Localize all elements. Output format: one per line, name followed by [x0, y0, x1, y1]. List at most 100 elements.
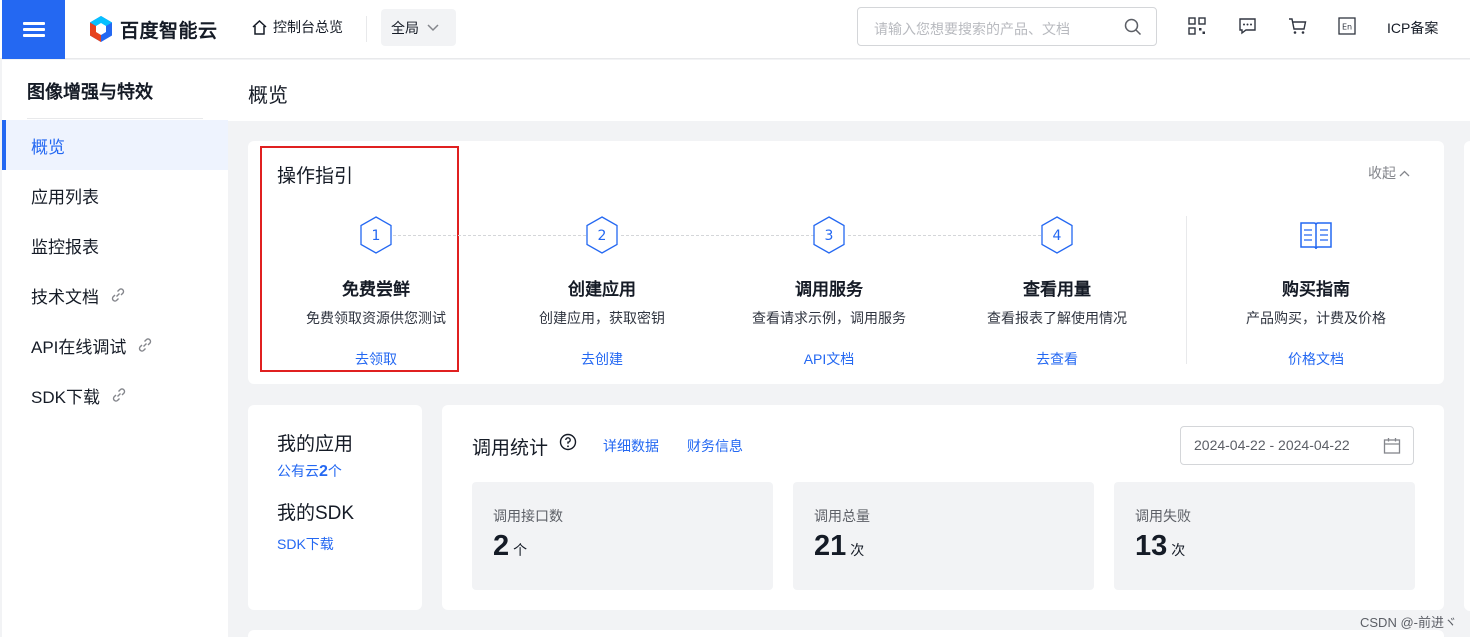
detail-data-link[interactable]: 详细数据	[603, 436, 659, 456]
next-card	[248, 630, 1444, 637]
logo-text: 百度智能云	[120, 20, 218, 42]
metric-unit: 个	[513, 542, 528, 558]
sidebar-item-api-debug[interactable]: API在线调试	[2, 320, 228, 370]
metric-unit: 次	[850, 542, 865, 558]
public-cloud-link[interactable]: 公有云2个	[277, 461, 342, 481]
purchase-guide: 购买指南 产品购买，计费及价格 价格文档	[1202, 215, 1430, 369]
top-bar: 百度智能云 控制台总览 全局 请输入您想要搜索的产品、文档 En ICP备案	[0, 0, 1470, 59]
step-desc: 产品购买，计费及价格	[1246, 310, 1386, 326]
operation-guide-card: 操作指引 收起 1 免费尝鲜 免费领取资源供您测试 去领取 2 创建应用 创建应…	[248, 141, 1444, 384]
cart-icon[interactable]	[1288, 17, 1307, 35]
watermark: CSDN @-前进ヾ	[1360, 615, 1457, 630]
logo[interactable]: 百度智能云	[88, 14, 218, 44]
metric-unit: 次	[1171, 542, 1186, 558]
menu-button[interactable]	[2, 0, 65, 59]
sidebar-item-overview[interactable]: 概览	[2, 120, 228, 170]
step-desc: 免费领取资源供您测试	[306, 310, 446, 326]
step-number-icon: 1	[360, 216, 392, 254]
api-doc-link[interactable]: API文档	[715, 349, 943, 369]
metric-value-wrap: 13 次	[1135, 530, 1185, 563]
metric-value-wrap: 21 次	[814, 530, 864, 563]
stats-title: 调用统计	[472, 438, 549, 459]
baidu-cloud-logo-icon	[90, 16, 112, 42]
qrcode-icon[interactable]	[1188, 17, 1206, 35]
page-header: 概览	[228, 60, 1470, 121]
help-icon[interactable]	[559, 433, 577, 451]
hamburger-icon	[22, 19, 45, 40]
chevron-up-icon	[1399, 170, 1410, 176]
finance-info-link[interactable]: 财务信息	[687, 436, 743, 456]
step-number-icon: 4	[1041, 216, 1073, 254]
step-name: 创建应用	[568, 280, 636, 299]
step-name: 调用服务	[795, 280, 863, 299]
metric-failed-calls: 调用失败 13 次	[1114, 482, 1415, 590]
step-name: 购买指南	[1282, 280, 1350, 299]
region-select[interactable]: 全局	[381, 9, 456, 46]
external-link-icon	[111, 288, 125, 302]
calendar-icon	[1383, 438, 1401, 454]
divider	[366, 16, 367, 42]
external-link-icon	[139, 338, 152, 352]
date-range-picker[interactable]: 2024-04-22 - 2024-04-22	[1180, 426, 1414, 465]
divider	[1186, 216, 1187, 364]
step-call-service: 3 调用服务 查看请求示例，调用服务 API文档	[715, 215, 943, 369]
public-cloud-unit: 个	[327, 463, 342, 479]
public-cloud-count: 2	[319, 463, 328, 480]
metric-value: 13	[1135, 530, 1168, 562]
language-icon[interactable]: En	[1338, 17, 1356, 35]
divider	[27, 118, 203, 119]
home-icon	[252, 19, 267, 35]
region-label: 全局	[391, 19, 419, 36]
sidebar-item-label: SDK下载	[31, 387, 100, 407]
chevron-down-icon	[427, 23, 439, 31]
step-desc: 查看请求示例，调用服务	[752, 310, 906, 326]
message-icon[interactable]	[1238, 17, 1257, 35]
metric-value: 21	[814, 530, 847, 562]
sidebar-item-label: 概览	[31, 137, 65, 157]
price-doc-link[interactable]: 价格文档	[1202, 349, 1430, 369]
metric-interface-count: 调用接口数 2个	[472, 482, 773, 590]
step-number-icon: 3	[813, 216, 845, 254]
console-overview-link[interactable]: 控制台总览	[251, 17, 343, 37]
view-link[interactable]: 去查看	[943, 349, 1171, 369]
step-create-app: 2 创建应用 创建应用，获取密钥 去创建	[488, 215, 716, 369]
date-range-value: 2024-04-22 - 2024-04-22	[1194, 437, 1350, 453]
step-free-trial: 1 免费尝鲜 免费领取资源供您测试 去领取	[262, 215, 490, 369]
public-cloud-label: 公有云	[277, 463, 319, 479]
sidebar-item-label: 监控报表	[31, 237, 99, 257]
metric-label: 调用总量	[814, 508, 870, 524]
step-desc: 查看报表了解使用情况	[987, 310, 1127, 326]
step-name: 查看用量	[1023, 280, 1091, 299]
sidebar-item-app-list[interactable]: 应用列表	[2, 170, 228, 220]
call-stats-card: 调用统计 详细数据 财务信息 2024-04-22 - 2024-04-22 调…	[442, 405, 1444, 610]
search-icon[interactable]	[1124, 18, 1142, 36]
metric-total-calls: 调用总量 21 次	[793, 482, 1094, 590]
step-number-icon: 2	[586, 216, 618, 254]
sidebar-item-label: API在线调试	[31, 337, 127, 357]
sidebar-item-monitor-report[interactable]: 监控报表	[2, 220, 228, 270]
sdk-download-link[interactable]: SDK下载	[277, 534, 334, 554]
step-number: 3	[825, 228, 834, 244]
step-desc: 创建应用，获取密钥	[539, 310, 665, 326]
search-input[interactable]: 请输入您想要搜索的产品、文档	[857, 7, 1157, 46]
sidebar-item-sdk-download[interactable]: SDK下载	[2, 370, 228, 420]
page-title: 概览	[248, 85, 288, 107]
sidebar-item-tech-docs[interactable]: 技术文档	[2, 270, 228, 320]
claim-link[interactable]: 去领取	[262, 349, 490, 369]
collapse-button[interactable]: 收起	[1368, 163, 1410, 183]
metric-label: 调用失败	[1135, 508, 1191, 524]
external-link-icon	[112, 388, 126, 402]
sidebar: 图像增强与特效 概览 应用列表 监控报表 技术文档 API在线调试 SDK下载	[2, 60, 228, 637]
side-panel-edge	[1464, 141, 1470, 611]
console-overview-label: 控制台总览	[273, 19, 343, 35]
metric-value: 2	[493, 530, 510, 562]
step-number: 1	[372, 228, 381, 244]
sidebar-item-label: 应用列表	[31, 187, 99, 207]
create-link[interactable]: 去创建	[488, 349, 716, 369]
svg-text:En: En	[1342, 23, 1352, 32]
step-view-usage: 4 查看用量 查看报表了解使用情况 去查看	[943, 215, 1171, 369]
step-name: 免费尝鲜	[342, 280, 410, 299]
sidebar-item-label: 技术文档	[31, 287, 99, 307]
step-number: 2	[598, 228, 607, 244]
icp-link[interactable]: ICP备案	[1387, 18, 1438, 38]
